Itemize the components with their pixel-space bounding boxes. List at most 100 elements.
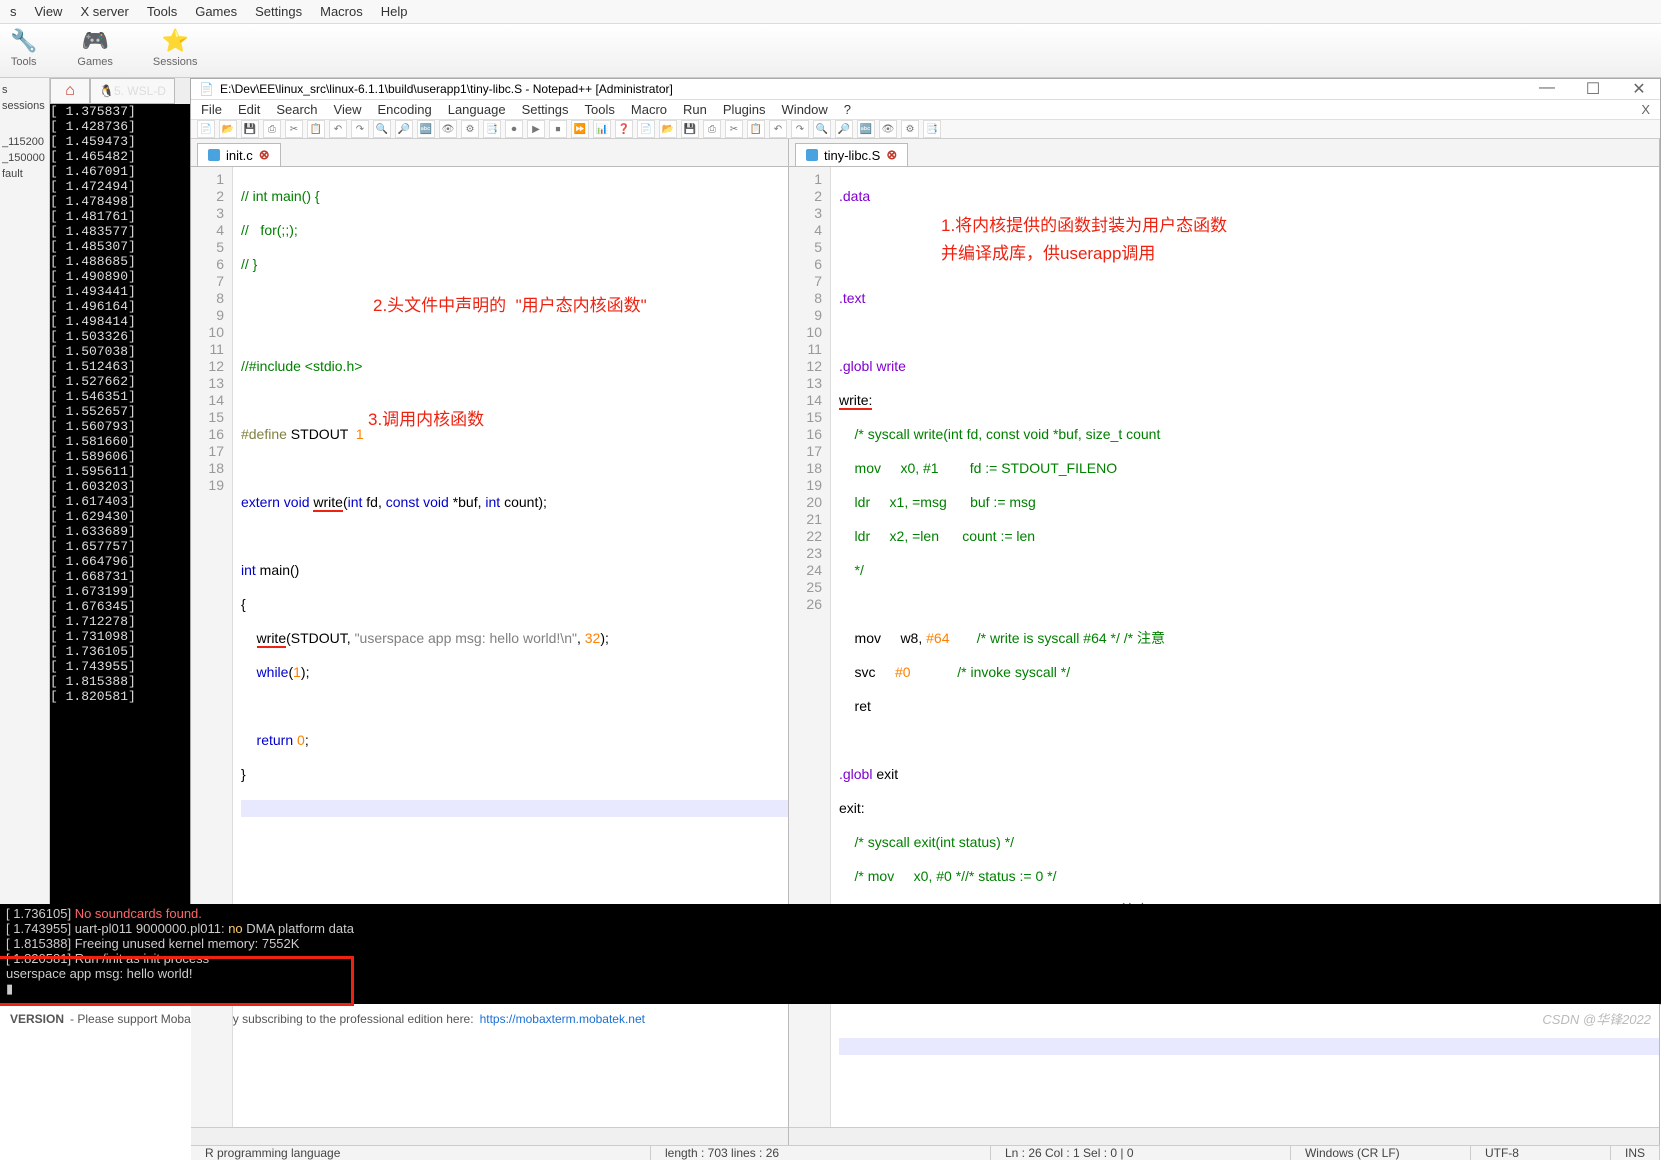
toolbar-icon[interactable]: 📑 [483, 120, 501, 138]
moba-toolbar: 🔧Tools 🎮Games ⭐Sessions [0, 24, 1661, 78]
terminal-pane[interactable]: ⌂ 🐧 5. WSL-D [ 1.375837][ 1.428736][ 1.4… [50, 78, 190, 904]
terminal-output: [ 1.375837][ 1.428736][ 1.459473][ 1.465… [50, 104, 190, 704]
toolbar-sessions[interactable]: ⭐Sessions [153, 28, 198, 73]
toolbar-icon[interactable]: 📂 [659, 120, 677, 138]
toolbar-icon[interactable]: ⏩ [571, 120, 589, 138]
toolbar-icon[interactable]: ❓ [615, 120, 633, 138]
toolbar-icon[interactable]: ▶ [527, 120, 545, 138]
toolbar-icon[interactable]: 📄 [197, 120, 215, 138]
window-title: E:\Dev\EE\linux_src\linux-6.1.1\build\us… [220, 82, 673, 96]
toolbar-icon[interactable]: 📂 [219, 120, 237, 138]
menu-help[interactable]: ? [844, 102, 851, 117]
sidebar-item[interactable]: _150000 [2, 150, 47, 166]
minimize-icon[interactable]: — [1534, 79, 1560, 99]
moba-menu-item[interactable]: Help [381, 4, 408, 19]
toolbar-icon[interactable]: 🔍 [373, 120, 391, 138]
close-icon[interactable]: ✕ [1626, 79, 1652, 99]
terminal-bottom[interactable]: [ 1.736105] No soundcards found. [ 1.743… [0, 904, 1661, 1004]
npp-toolbar: 📄📂💾⎙✂📋↶↷🔍🔎🔤👁⚙📑⏺▶⏹⏩📊❓📄📂💾⎙✂📋↶↷🔍🔎🔤👁⚙📑 [191, 120, 1660, 139]
tab-init-c[interactable]: init.c ⊗ [197, 143, 281, 166]
toolbar-icon[interactable]: ↷ [791, 120, 809, 138]
moba-menu-item[interactable]: Macros [320, 4, 363, 19]
toolbar-icon[interactable]: 📊 [593, 120, 611, 138]
sidebar-item[interactable]: fault [2, 166, 47, 182]
toolbar-icon[interactable]: 📄 [637, 120, 655, 138]
toolbar-icon[interactable]: ↷ [351, 120, 369, 138]
toolbar-games[interactable]: 🎮Games [77, 28, 112, 73]
status-ins: INS [1611, 1146, 1660, 1160]
toolbar-icon[interactable]: 🔍 [813, 120, 831, 138]
hello-world-output: userspace app msg: hello world! [6, 966, 1655, 981]
menu-macro[interactable]: Macro [631, 102, 667, 117]
toolbar-icon[interactable]: ⏺ [505, 120, 523, 138]
moba-menu-item[interactable]: Settings [255, 4, 302, 19]
toolbar-icon[interactable]: 🔎 [395, 120, 413, 138]
menu-view[interactable]: View [334, 102, 362, 117]
sidebar-item[interactable]: _115200 [2, 134, 47, 150]
toolbar-icon[interactable]: ⚙ [901, 120, 919, 138]
wsl-tab[interactable]: 🐧 5. WSL-D [90, 78, 175, 104]
toolbar-icon[interactable]: 📋 [307, 120, 325, 138]
menu-close-x[interactable]: X [1641, 102, 1650, 117]
horizontal-scrollbar[interactable] [789, 1127, 1659, 1145]
moba-left-sidebar: s sessions _115200 _150000 fault [0, 78, 50, 904]
moba-menu-item[interactable]: View [35, 4, 63, 19]
toolbar-icon[interactable]: 🔎 [835, 120, 853, 138]
footer-version: VERSION [10, 1012, 64, 1026]
toolbar-icon[interactable]: ⎙ [263, 120, 281, 138]
toolbar-icon[interactable]: 🔤 [417, 120, 435, 138]
menu-language[interactable]: Language [448, 102, 506, 117]
toolbar-icon[interactable]: 💾 [241, 120, 259, 138]
toolbar-icon[interactable]: 💾 [681, 120, 699, 138]
annotation-1: 1.将内核提供的函数封装为用户态函数 [941, 217, 1227, 234]
home-tab[interactable]: ⌂ [50, 78, 90, 104]
toolbar-icon[interactable]: ↶ [769, 120, 787, 138]
notepad-plus-plus-window: 📄 E:\Dev\EE\linux_src\linux-6.1.1\build\… [190, 78, 1661, 904]
moba-menu-item[interactable]: X server [80, 4, 128, 19]
tab-tiny-libc-s[interactable]: tiny-libc.S ⊗ [795, 143, 908, 166]
toolbar-icon[interactable]: 👁 [879, 120, 897, 138]
toolbar-icon[interactable]: ⏹ [549, 120, 567, 138]
home-icon: ⌂ [65, 82, 75, 100]
npp-titlebar[interactable]: 📄 E:\Dev\EE\linux_src\linux-6.1.1\build\… [191, 79, 1660, 100]
horizontal-scrollbar[interactable] [191, 1127, 788, 1145]
menu-search[interactable]: Search [276, 102, 317, 117]
sidebar-item[interactable]: s [2, 82, 47, 98]
menu-file[interactable]: File [201, 102, 222, 117]
close-icon[interactable]: ⊗ [886, 147, 897, 163]
toolbar-icon[interactable]: 🔤 [857, 120, 875, 138]
disk-icon [806, 149, 818, 161]
toolbar-icon[interactable]: 📋 [747, 120, 765, 138]
npp-status-bar: R programming language length : 703 line… [191, 1145, 1660, 1160]
menu-run[interactable]: Run [683, 102, 707, 117]
toolbar-tools[interactable]: 🔧Tools [10, 28, 37, 73]
toolbar-icon[interactable]: ↶ [329, 120, 347, 138]
menu-settings[interactable]: Settings [522, 102, 569, 117]
moba-menu-item[interactable]: Tools [147, 4, 177, 19]
status-encoding: UTF-8 [1471, 1146, 1611, 1160]
menu-tools[interactable]: Tools [585, 102, 615, 117]
toolbar-icon[interactable]: ⚙ [461, 120, 479, 138]
annotation-3: 3.调用内核函数 [368, 411, 484, 428]
status-language: R programming language [191, 1146, 651, 1160]
toolbar-icon[interactable]: 👁 [439, 120, 457, 138]
annotation-1b: 并编译成库，供userapp调用 [941, 245, 1155, 262]
menu-window[interactable]: Window [782, 102, 828, 117]
moba-menu-item[interactable]: Games [195, 4, 237, 19]
disk-icon [208, 149, 220, 161]
toolbar-icon[interactable]: ⎙ [703, 120, 721, 138]
close-icon[interactable]: ⊗ [259, 147, 270, 163]
sidebar-item[interactable]: sessions [2, 98, 47, 114]
maximize-icon[interactable]: ☐ [1580, 79, 1606, 99]
status-position: Ln : 26 Col : 1 Sel : 0 | 0 [991, 1146, 1291, 1160]
menu-plugins[interactable]: Plugins [723, 102, 766, 117]
toolbar-icon[interactable]: ✂ [725, 120, 743, 138]
status-length: length : 703 lines : 26 [651, 1146, 991, 1160]
toolbar-icon[interactable]: 📑 [923, 120, 941, 138]
annotation-2: 2.头文件中声明的 "用户态内核函数" [373, 297, 647, 314]
menu-edit[interactable]: Edit [238, 102, 260, 117]
file-icon: 📄 [199, 82, 214, 96]
menu-encoding[interactable]: Encoding [378, 102, 432, 117]
moba-menu-item[interactable]: s [10, 4, 17, 19]
toolbar-icon[interactable]: ✂ [285, 120, 303, 138]
